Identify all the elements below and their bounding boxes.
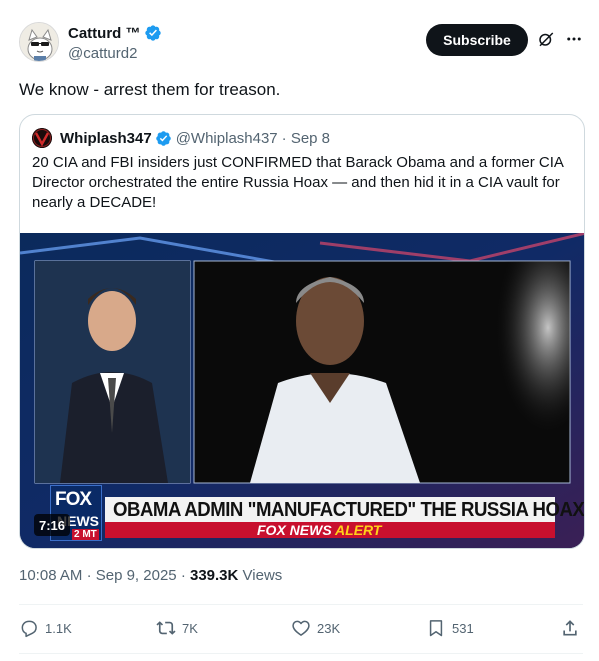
author-name[interactable]: Catturd ™ [68,25,141,42]
fox-logo-top: FOX [55,489,92,510]
quote-text: 20 CIA and FBI insiders just CONFIRMED t… [32,154,564,211]
share-icon [563,620,577,636]
author-avatar[interactable] [19,22,59,62]
repost-count: 7K [182,620,198,636]
verified-badge-icon [155,130,171,146]
subscribe-button[interactable]: Subscribe [426,24,528,56]
whiplash-avatar-icon [32,128,52,148]
author-handle[interactable]: @catturd2 [68,45,162,62]
reply-icon [21,620,37,638]
quote-date[interactable]: · Sep 8 [282,130,330,147]
bookmark-button[interactable]: 531 [426,617,474,639]
quote-author-handle[interactable]: @Whiplash437 [176,130,278,147]
tweet-date[interactable]: Sep 9, 2025 [96,567,177,584]
tweet-text: We know - arrest them for treason. [19,80,281,99]
meta-separator: · [180,567,190,584]
views-count: 339.3K [189,567,239,584]
share-button[interactable] [560,617,586,639]
repost-button[interactable]: 7K [156,617,198,639]
tweet-time[interactable]: 10:08 AM [19,567,82,584]
repost-icon [156,621,176,635]
alert-word: ALERT [335,522,382,538]
bookmark-icon [429,620,443,637]
cat-avatar-icon [20,23,58,61]
like-count: 23K [317,620,341,636]
divider [19,604,583,605]
bookmark-count: 531 [452,620,474,636]
more-icon[interactable] [565,30,583,48]
like-button[interactable]: 23K [291,617,340,639]
grok-icon[interactable] [537,30,555,48]
alert-prefix: FOX NEWS [257,522,332,538]
quote-author-name[interactable]: Whiplash347 [60,130,152,147]
quote-avatar[interactable] [32,128,52,148]
quote-header: Whiplash347 @Whiplash437 · Sep 8 [32,128,330,148]
video-headline: OBAMA ADMIN "MANUFACTURED" THE RUSSIA HO… [113,499,585,521]
tweet-header: Catturd ™ @catturd2 Subscribe [19,22,583,66]
fox-clock: 2 MT [72,529,99,540]
views-label: Views [242,567,283,584]
tweet-meta: 10:08 AM · Sep 9, 2025 · 339.3K Views [19,567,282,584]
video-player[interactable]: OBAMA ADMIN "MANUFACTURED" THE RUSSIA HO… [20,233,585,548]
video-duration: 7:16 [34,514,71,536]
reply-count: 1.1K [45,620,72,636]
heart-icon [292,620,310,636]
quoted-tweet[interactable]: Whiplash347 @Whiplash437 · Sep 8 20 CIA … [19,114,585,549]
bottom-divider [19,653,583,654]
reply-button[interactable]: 1.1K [19,617,72,639]
alert-text: FOX NEWS ALERT [257,522,381,538]
verified-badge-icon [144,25,161,41]
action-bar: 1.1K 7K 23K 531 [19,617,583,639]
meta-separator: · [86,567,96,584]
author-info: Catturd ™ @catturd2 [68,23,162,62]
